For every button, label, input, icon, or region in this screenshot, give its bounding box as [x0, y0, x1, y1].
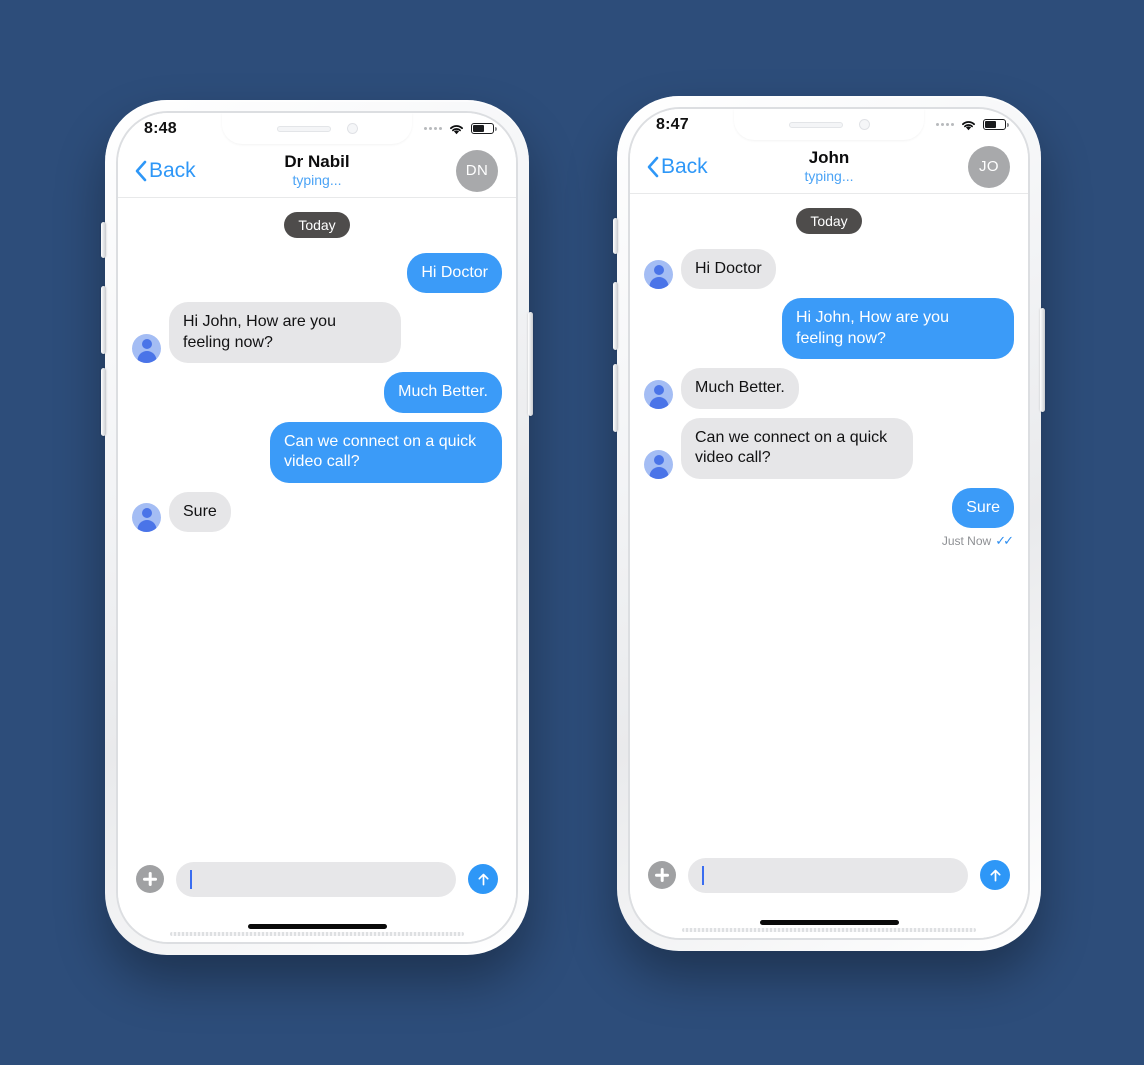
conversation-list: Today Hi Doctor Hi John, How are you fee… [118, 198, 516, 848]
status-time: 8:47 [656, 115, 689, 133]
message-row: Hi Doctor [132, 253, 502, 294]
message-row: Sure [644, 487, 1014, 529]
send-button[interactable] [980, 860, 1010, 890]
phone-screen-bezel: 8:48 Back Dr Nabil typing... DN Today Hi… [118, 113, 516, 942]
status-time: 8:48 [144, 119, 177, 137]
phone-screen-bezel: 8:47 Back John typing... JO Today Hi Doc… [630, 109, 1028, 938]
phone-device-doctor-view: 8:48 Back Dr Nabil typing... DN Today Hi… [101, 100, 533, 955]
message-input-bar [118, 848, 516, 910]
status-bar: 8:48 [118, 113, 516, 144]
home-indicator[interactable] [247, 923, 387, 929]
mute-switch-button[interactable] [613, 218, 618, 254]
phone-device-patient-view: 8:47 Back John typing... JO Today Hi Doc… [613, 96, 1045, 951]
home-indicator-area [118, 910, 516, 942]
message-receipt: Just Now ✓✓ [644, 533, 1014, 549]
canvas: 8:48 Back Dr Nabil typing... DN Today Hi… [0, 0, 1144, 1065]
message-bubble-outgoing[interactable]: Can we connect on a quick video call? [270, 421, 502, 483]
message-bubble-outgoing[interactable]: Hi Doctor [407, 253, 502, 294]
send-button[interactable] [468, 864, 498, 894]
message-bubble-incoming[interactable]: Hi Doctor [681, 249, 776, 290]
day-label: Today [796, 208, 862, 234]
message-bubble-incoming[interactable]: Sure [169, 491, 231, 533]
volume-up-button[interactable] [101, 286, 106, 354]
person-avatar-icon [132, 503, 161, 533]
message-row: Much Better. [644, 368, 1014, 409]
day-label: Today [284, 212, 350, 238]
arrow-up-icon [989, 869, 1001, 881]
back-button[interactable]: Back [134, 159, 196, 183]
plus-icon[interactable] [136, 865, 164, 893]
message-row: Can we connect on a quick video call? [132, 421, 502, 483]
screen-doctor-view: 8:48 Back Dr Nabil typing... DN Today Hi… [118, 113, 516, 942]
message-input-bar [630, 844, 1028, 906]
battery-icon [983, 119, 1009, 130]
message-row: Much Better. [132, 372, 502, 413]
person-avatar-icon [644, 449, 673, 479]
screen-patient-view: 8:47 Back John typing... JO Today Hi Doc… [630, 109, 1028, 938]
status-indicators [424, 123, 497, 135]
bottom-speaker-grille [169, 932, 465, 936]
message-row: Hi John, How are you feeling now? [644, 298, 1014, 360]
chevron-left-icon [135, 160, 147, 181]
message-row: Can we connect on a quick video call? [644, 417, 1014, 479]
signal-dots-icon [424, 127, 442, 130]
text-caret [702, 865, 704, 885]
person-avatar-icon [644, 260, 673, 290]
receipt-timestamp: Just Now [941, 534, 992, 549]
message-bubble-incoming[interactable]: Can we connect on a quick video call? [681, 417, 913, 479]
status-indicators [936, 119, 1009, 131]
back-button[interactable]: Back [646, 155, 708, 179]
power-button[interactable] [528, 312, 533, 416]
double-check-icon: ✓✓ [995, 533, 1014, 549]
plus-icon[interactable] [648, 861, 676, 889]
contact-avatar[interactable]: JO [968, 145, 1010, 188]
volume-up-button[interactable] [613, 282, 618, 350]
message-row: Sure [132, 491, 502, 533]
message-input[interactable] [176, 861, 456, 897]
arrow-up-icon [477, 873, 489, 885]
back-button-label: Back [661, 154, 708, 178]
conversation-list: Today Hi Doctor Hi John, How are you fee… [630, 194, 1028, 844]
message-bubble-outgoing[interactable]: Sure [952, 487, 1014, 529]
contact-avatar[interactable]: DN [456, 149, 498, 192]
status-bar: 8:47 [630, 109, 1028, 140]
person-avatar-icon [644, 379, 673, 409]
nav-bar: Back John typing... JO [630, 140, 1028, 194]
home-indicator[interactable] [759, 919, 899, 925]
bottom-speaker-grille [681, 928, 977, 932]
battery-icon [471, 123, 497, 134]
back-button-label: Back [149, 158, 196, 182]
message-row: Hi John, How are you feeling now? [132, 302, 502, 364]
message-bubble-outgoing[interactable]: Hi John, How are you feeling now? [782, 298, 1014, 360]
day-separator: Today [132, 212, 502, 238]
message-row: Hi Doctor [644, 249, 1014, 290]
text-caret [190, 869, 192, 889]
person-avatar-icon [132, 334, 161, 364]
nav-bar: Back Dr Nabil typing... DN [118, 144, 516, 198]
chevron-left-icon [647, 156, 659, 177]
signal-dots-icon [936, 123, 954, 126]
message-bubble-outgoing[interactable]: Much Better. [384, 372, 502, 413]
home-indicator-area [630, 906, 1028, 938]
power-button[interactable] [1040, 308, 1045, 412]
volume-down-button[interactable] [101, 368, 106, 436]
message-bubble-incoming[interactable]: Much Better. [681, 368, 799, 409]
mute-switch-button[interactable] [101, 222, 106, 258]
day-separator: Today [644, 208, 1014, 234]
message-input[interactable] [688, 857, 968, 893]
volume-down-button[interactable] [613, 364, 618, 432]
wifi-icon [962, 120, 975, 130]
wifi-icon [450, 124, 463, 134]
message-bubble-incoming[interactable]: Hi John, How are you feeling now? [169, 302, 401, 364]
